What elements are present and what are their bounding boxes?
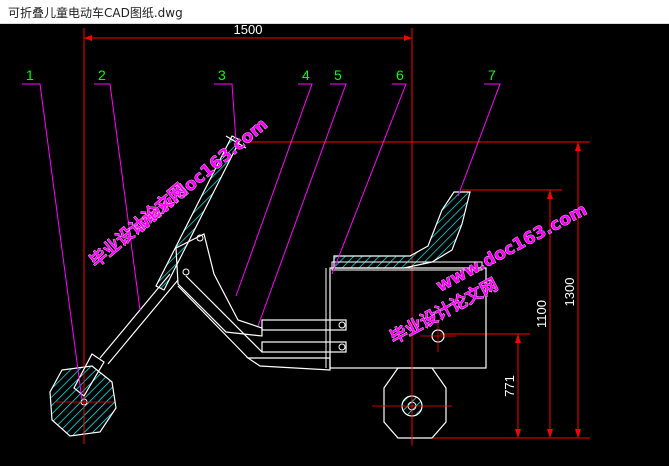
dim-1300-label: 1300 <box>562 278 577 307</box>
callout-7: 7 <box>488 67 496 83</box>
callout-numbers: 1 2 3 4 5 6 7 <box>26 67 496 83</box>
window-title: 可折叠儿童电动车CAD图纸.dwg <box>8 6 183 20</box>
cad-drawing-canvas[interactable]: 1500 1300 1100 771 1 2 3 4 5 6 7 www.doc… <box>0 24 669 466</box>
dim-771-label: 771 <box>502 375 517 397</box>
callout-5: 5 <box>334 67 342 83</box>
callout-6: 6 <box>396 67 404 83</box>
callout-1: 1 <box>26 67 34 83</box>
folding-linkage <box>175 233 263 359</box>
dimension-1300: 1300 <box>245 141 590 438</box>
rear-wheel <box>372 364 452 446</box>
callout-4: 4 <box>302 67 310 83</box>
front-wheel <box>49 364 117 438</box>
dim-1100-label: 1100 <box>534 300 549 328</box>
dim-1500-label: 1500 <box>234 24 263 37</box>
app-window: 可折叠儿童电动车CAD图纸.dwg 1500 1300 1100 771 1 2… <box>0 0 669 466</box>
connecting-rods <box>246 319 347 371</box>
seat <box>331 191 483 271</box>
drawing-svg: 1500 1300 1100 771 1 2 3 4 5 6 7 www.doc… <box>22 24 591 446</box>
callout-2: 2 <box>98 67 106 83</box>
callout-3: 3 <box>218 67 226 83</box>
title-bar: 可折叠儿童电动车CAD图纸.dwg <box>0 0 669 24</box>
watermark-right: www.doc163.com 毕业设计论文网 <box>386 200 591 349</box>
dimension-771: 771 <box>440 333 530 438</box>
